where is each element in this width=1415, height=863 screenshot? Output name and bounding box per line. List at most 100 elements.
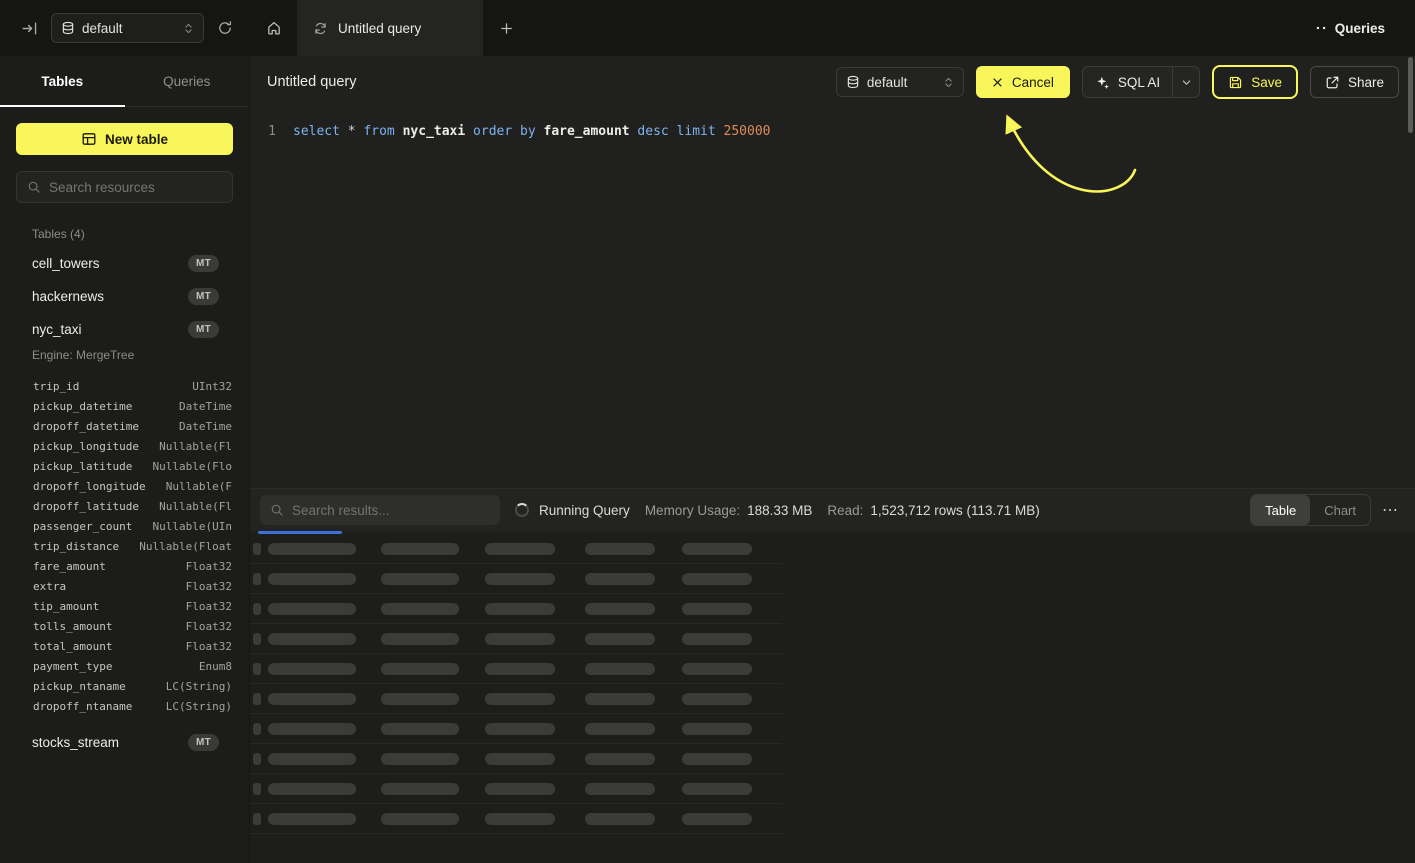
column-type: Float32 — [186, 580, 232, 593]
column-row: dropoff_datetimeDateTime — [0, 416, 249, 436]
results-toolbar-right: Table Chart ⋯ — [1250, 494, 1399, 526]
skeleton-bar — [253, 753, 261, 765]
column-row: pickup_datetimeDateTime — [0, 396, 249, 416]
results-search-input[interactable] — [292, 503, 490, 518]
skeleton-bar — [381, 723, 459, 735]
chevron-updown-icon — [183, 22, 194, 35]
skeleton-row — [250, 534, 782, 564]
app-window: default Untitled query Queries — [0, 0, 1415, 863]
table-item-cell_towers[interactable]: cell_towersMT — [0, 247, 249, 280]
skeleton-bar — [585, 783, 655, 795]
sql-ai-button[interactable]: SQL AI — [1082, 66, 1200, 98]
table-item-nyc_taxi[interactable]: nyc_taxiMT — [0, 313, 249, 346]
skeleton-bar — [682, 723, 752, 735]
table-engine-label: Engine: MergeTree — [0, 346, 249, 370]
sql-ai-label: SQL AI — [1118, 75, 1160, 90]
table-name: hackernews — [32, 289, 104, 304]
chevron-updown-icon — [943, 76, 954, 89]
view-table-button[interactable]: Table — [1251, 495, 1310, 525]
sidebar-tab-queries[interactable]: Queries — [125, 56, 250, 106]
sparkle-icon — [1095, 75, 1110, 90]
column-type: LC(String) — [166, 700, 232, 713]
queries-icon — [1314, 21, 1328, 35]
home-icon — [266, 20, 282, 36]
home-tab[interactable] — [250, 0, 297, 56]
refresh-button[interactable] — [214, 17, 236, 39]
line-number: 1 — [268, 124, 276, 139]
close-icon — [992, 77, 1003, 88]
table-name: nyc_taxi — [32, 322, 82, 337]
skeleton-bar — [485, 573, 555, 585]
skeleton-bar — [268, 633, 356, 645]
topbar-left: default — [0, 0, 250, 56]
sql-ai-dropdown[interactable] — [1173, 67, 1199, 97]
memory-usage-stat: Memory Usage: 188.33 MB — [645, 503, 813, 518]
skeleton-bar — [485, 603, 555, 615]
skeleton-bar — [585, 543, 655, 555]
more-options-button[interactable]: ⋯ — [1382, 500, 1399, 520]
skeleton-bar — [253, 573, 261, 585]
queries-shortcut[interactable]: Queries — [1314, 0, 1415, 56]
table-item-hackernews[interactable]: hackernewsMT — [0, 280, 249, 313]
share-button[interactable]: Share — [1310, 66, 1399, 98]
skeleton-bar — [585, 723, 655, 735]
skeleton-bar — [485, 813, 555, 825]
sql-token: desc limit — [637, 124, 715, 139]
skeleton-row — [250, 684, 782, 714]
column-name: dropoff_latitude — [33, 500, 139, 513]
search-icon — [270, 503, 284, 517]
query-status: Running Query — [539, 503, 630, 518]
save-icon — [1228, 75, 1243, 90]
resource-search[interactable] — [16, 171, 233, 203]
sidebar-collapse-button[interactable] — [18, 17, 41, 40]
loading-spinner-icon — [515, 503, 529, 517]
skeleton-bar — [682, 543, 752, 555]
skeleton-bar — [381, 783, 459, 795]
sql-token: select — [293, 124, 340, 139]
skeleton-bar — [485, 723, 555, 735]
column-row: payment_typeEnum8 — [0, 656, 249, 676]
skeleton-bar — [682, 633, 752, 645]
topbar-database-selector[interactable]: default — [51, 13, 204, 43]
save-button[interactable]: Save — [1212, 65, 1298, 99]
skeleton-bar — [253, 633, 261, 645]
skeleton-bar — [585, 573, 655, 585]
scrollbar[interactable] — [1408, 57, 1413, 133]
column-list: trip_idUInt32pickup_datetimeDateTimedrop… — [0, 370, 249, 726]
tabstrip: Untitled query — [250, 0, 530, 56]
sql-ai-main[interactable]: SQL AI — [1083, 67, 1172, 97]
editor-gutter: 1 — [250, 122, 276, 488]
column-type: Nullable(F — [166, 480, 232, 493]
query-header-actions: default Cancel SQL AI — [836, 65, 1399, 99]
new-tab-button[interactable] — [483, 0, 530, 56]
resource-search-input[interactable] — [49, 180, 222, 195]
new-table-button[interactable]: New table — [16, 123, 233, 155]
query-title: Untitled query — [267, 74, 356, 90]
query-database-selector[interactable]: default — [836, 67, 964, 97]
column-name: pickup_datetime — [33, 400, 132, 413]
view-chart-button[interactable]: Chart — [1310, 495, 1370, 525]
results-search[interactable] — [260, 495, 500, 525]
skeleton-bar — [381, 753, 459, 765]
running-query-icon — [313, 21, 328, 36]
column-type: Float32 — [186, 600, 232, 613]
column-name: trip_id — [33, 380, 79, 393]
plus-icon — [499, 21, 514, 36]
sql-editor[interactable]: 1 select * from nyc_taxi order by fare_a… — [250, 108, 1415, 488]
skeleton-bar — [253, 723, 261, 735]
topbar: default Untitled query Queries — [0, 0, 1415, 56]
query-tab-active[interactable]: Untitled query — [297, 0, 483, 56]
cancel-label: Cancel — [1012, 75, 1054, 90]
skeleton-bar — [682, 663, 752, 675]
column-type: Nullable(Fl — [159, 500, 232, 513]
table-item-stocks_stream[interactable]: stocks_streamMT — [0, 726, 249, 759]
cancel-button[interactable]: Cancel — [976, 66, 1070, 98]
sidebar-tab-tables[interactable]: Tables — [0, 56, 125, 106]
skeleton-bar — [485, 783, 555, 795]
column-name: pickup_ntaname — [33, 680, 126, 693]
skeleton-bar — [381, 603, 459, 615]
skeleton-bar — [381, 543, 459, 555]
skeleton-bar — [682, 753, 752, 765]
skeleton-row — [250, 624, 782, 654]
skeleton-bar — [253, 663, 261, 675]
